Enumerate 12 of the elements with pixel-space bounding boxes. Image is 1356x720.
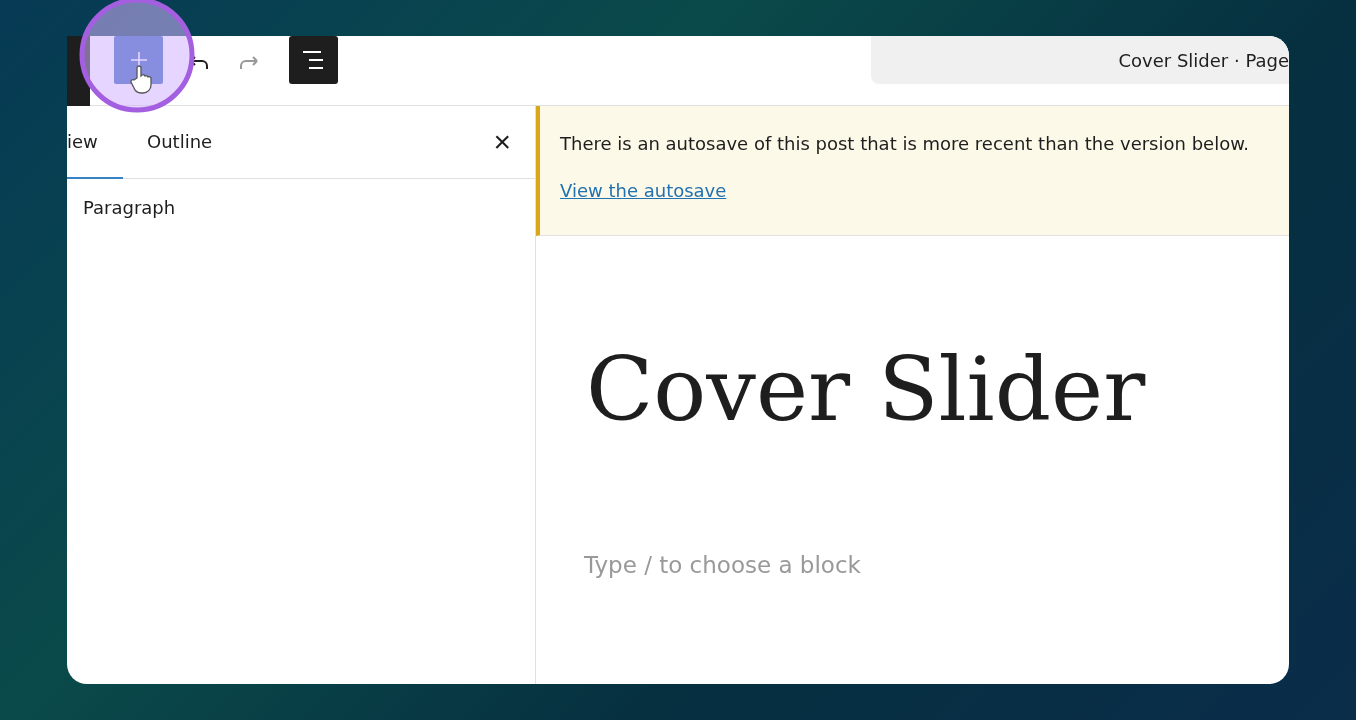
notice-message: There is an autosave of this post that is more recent than the version below. bbox=[560, 133, 1249, 154]
view-autosave-link[interactable]: View the autosave bbox=[560, 180, 727, 201]
document-title-bar[interactable]: Cover Slider · Page bbox=[871, 36, 1289, 84]
add-block-button[interactable] bbox=[114, 36, 163, 84]
document-overview-button[interactable] bbox=[289, 36, 338, 84]
post-title[interactable]: Cover Slider bbox=[586, 346, 1289, 434]
outline-item[interactable]: Paragraph bbox=[67, 179, 535, 218]
hand-cursor-icon bbox=[130, 64, 154, 94]
logo-block[interactable] bbox=[67, 36, 90, 106]
sidebar-tab[interactable]: iew bbox=[67, 106, 123, 179]
close-button[interactable]: × bbox=[493, 106, 511, 178]
sidebar-tab[interactable]: Outline bbox=[147, 106, 237, 179]
